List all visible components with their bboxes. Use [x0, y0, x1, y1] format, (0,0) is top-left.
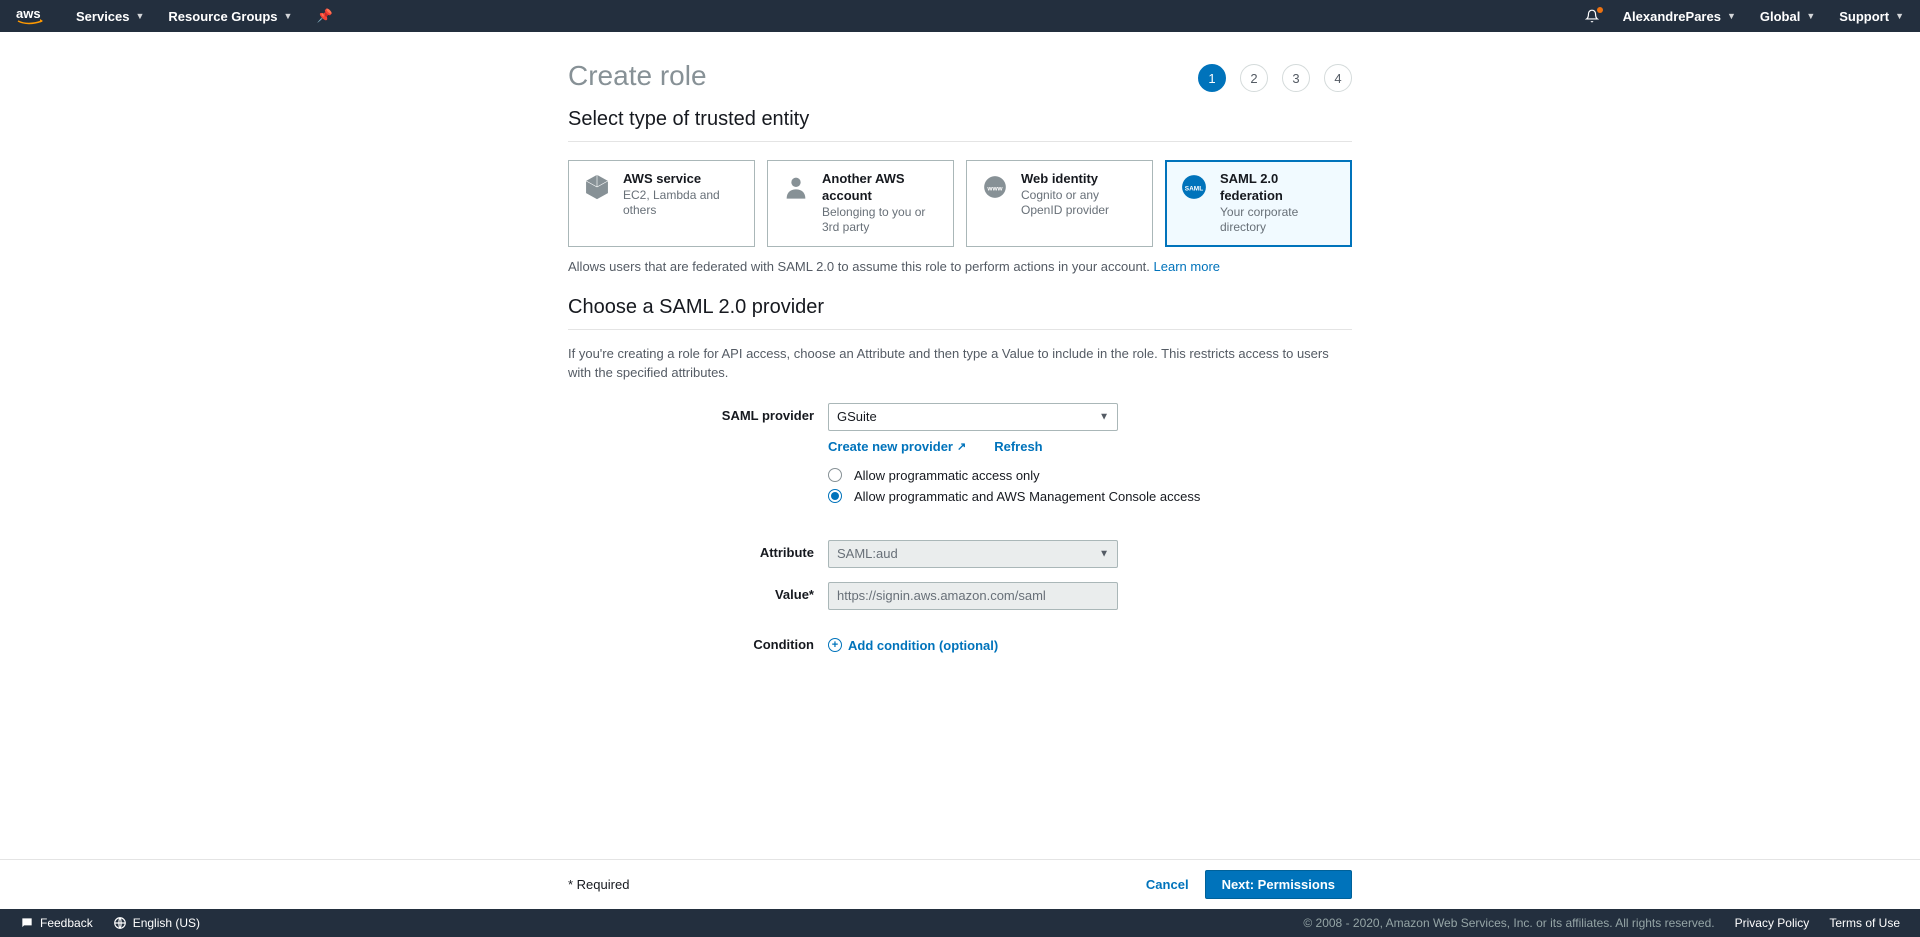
chevron-down-icon: ▼ [1895, 11, 1904, 21]
chevron-down-icon: ▼ [1099, 548, 1109, 559]
label-value: Value* [568, 582, 828, 602]
globe-icon [113, 916, 127, 930]
radio-programmatic-only[interactable]: Allow programmatic access only [828, 468, 1118, 483]
svg-text:SAML: SAML [1185, 185, 1203, 192]
entity-web-identity[interactable]: www Web identity Cognito or any OpenID p… [966, 160, 1153, 247]
required-note: * Required [568, 877, 629, 892]
radio-programmatic-only-label: Allow programmatic access only [854, 468, 1040, 483]
entity-subtitle: Belonging to you or 3rd party [822, 205, 941, 236]
user-icon [780, 171, 812, 203]
entity-saml-federation[interactable]: SAML SAML 2.0 federation Your corporate … [1165, 160, 1352, 247]
footer-privacy-link[interactable]: Privacy Policy [1735, 916, 1810, 930]
globe-icon: www [979, 171, 1011, 203]
step-3[interactable]: 3 [1282, 64, 1310, 92]
entity-description: Allows users that are federated with SAM… [568, 259, 1352, 274]
footer-feedback[interactable]: Feedback [20, 916, 93, 930]
nav-support-label: Support [1839, 9, 1889, 24]
row-condition: Condition + Add condition (optional) [568, 632, 1352, 653]
page-title: Create role [568, 60, 707, 92]
select-attribute: SAML:aud ▼ [828, 540, 1118, 568]
radio-checked-icon [828, 489, 842, 503]
step-4[interactable]: 4 [1324, 64, 1352, 92]
chevron-down-icon: ▼ [284, 11, 293, 21]
nav-user-label: AlexandrePares [1623, 9, 1721, 24]
nav-resource-groups-label: Resource Groups [168, 9, 277, 24]
add-condition-label: Add condition (optional) [848, 638, 998, 653]
create-new-provider-link[interactable]: Create new provider ↗ [828, 439, 966, 454]
chevron-down-icon: ▼ [1727, 11, 1736, 21]
svg-text:www: www [986, 185, 1003, 192]
entity-title: SAML 2.0 federation [1220, 171, 1339, 205]
radio-programmatic-and-console[interactable]: Allow programmatic and AWS Management Co… [828, 489, 1228, 504]
add-condition-link[interactable]: + Add condition (optional) [828, 638, 998, 653]
chevron-down-icon: ▼ [1099, 411, 1109, 422]
refresh-link[interactable]: Refresh [994, 439, 1042, 454]
step-1[interactable]: 1 [1198, 64, 1226, 92]
nav-region-label: Global [1760, 9, 1800, 24]
aws-logo-icon: aws [16, 6, 52, 26]
step-indicator: 1 2 3 4 [1198, 64, 1352, 92]
plus-circle-icon: + [828, 638, 842, 652]
footer-copyright: © 2008 - 2020, Amazon Web Services, Inc.… [1303, 916, 1714, 930]
nav-notifications[interactable] [1585, 9, 1599, 23]
saml-description: If you're creating a role for API access… [568, 344, 1352, 383]
entity-subtitle: Cognito or any OpenID provider [1021, 188, 1140, 219]
entity-another-account[interactable]: Another AWS account Belonging to you or … [767, 160, 954, 247]
nav-resource-groups[interactable]: Resource Groups ▼ [168, 9, 292, 24]
entity-title: Another AWS account [822, 171, 941, 205]
learn-more-link[interactable]: Learn more [1154, 259, 1220, 274]
chevron-down-icon: ▼ [1806, 11, 1815, 21]
nav-region[interactable]: Global ▼ [1760, 9, 1815, 24]
row-saml-provider: SAML provider GSuite ▼ Create new provid… [568, 403, 1352, 510]
main-content: Create role 1 2 3 4 Select type of trust… [568, 32, 1352, 747]
section-saml-provider-title: Choose a SAML 2.0 provider [568, 296, 1352, 330]
saml-icon: SAML [1178, 171, 1210, 203]
nav-pin[interactable]: 📌 [316, 8, 332, 24]
footer: Feedback English (US) © 2008 - 2020, Ama… [0, 909, 1920, 937]
nav-support[interactable]: Support ▼ [1839, 9, 1904, 24]
select-attribute-value: SAML:aud [837, 546, 898, 561]
footer-language-label: English (US) [133, 916, 200, 930]
entity-aws-service[interactable]: AWS service EC2, Lambda and others [568, 160, 755, 247]
select-saml-provider-value: GSuite [837, 409, 877, 424]
section-trusted-entity-title: Select type of trusted entity [568, 108, 1352, 142]
entity-title: Web identity [1021, 171, 1140, 188]
nav-services[interactable]: Services ▼ [76, 9, 144, 24]
pin-icon: 📌 [316, 8, 332, 24]
label-condition: Condition [568, 632, 828, 652]
radio-icon [828, 468, 842, 482]
footer-terms-link[interactable]: Terms of Use [1829, 916, 1900, 930]
aws-logo[interactable]: aws [16, 6, 52, 26]
chat-icon [20, 916, 34, 930]
notification-dot [1597, 7, 1603, 13]
label-attribute: Attribute [568, 540, 828, 560]
chevron-down-icon: ▼ [136, 11, 145, 21]
top-nav: aws Services ▼ Resource Groups ▼ 📌 Alexa… [0, 0, 1920, 32]
footer-language[interactable]: English (US) [113, 916, 200, 930]
page-header: Create role 1 2 3 4 [568, 60, 1352, 92]
radio-programmatic-and-console-label: Allow programmatic and AWS Management Co… [854, 489, 1200, 504]
footer-feedback-label: Feedback [40, 916, 93, 930]
entity-description-text: Allows users that are federated with SAM… [568, 259, 1154, 274]
external-link-icon: ↗ [957, 440, 966, 453]
row-attribute: Attribute SAML:aud ▼ [568, 540, 1352, 568]
input-value [828, 582, 1118, 610]
create-new-provider-label: Create new provider [828, 439, 953, 454]
cancel-button[interactable]: Cancel [1146, 877, 1189, 892]
entity-title: AWS service [623, 171, 742, 188]
row-value: Value* [568, 582, 1352, 610]
cube-icon [581, 171, 613, 203]
label-saml-provider: SAML provider [568, 403, 828, 423]
nav-user[interactable]: AlexandrePares ▼ [1623, 9, 1736, 24]
select-saml-provider[interactable]: GSuite ▼ [828, 403, 1118, 431]
nav-services-label: Services [76, 9, 130, 24]
step-2[interactable]: 2 [1240, 64, 1268, 92]
svg-text:aws: aws [16, 6, 41, 21]
entity-subtitle: Your corporate directory [1220, 205, 1339, 236]
next-permissions-button[interactable]: Next: Permissions [1205, 870, 1352, 899]
bottom-bar: * Required Cancel Next: Permissions [0, 859, 1920, 909]
entity-cards: AWS service EC2, Lambda and others Anoth… [568, 160, 1352, 247]
entity-subtitle: EC2, Lambda and others [623, 188, 742, 219]
